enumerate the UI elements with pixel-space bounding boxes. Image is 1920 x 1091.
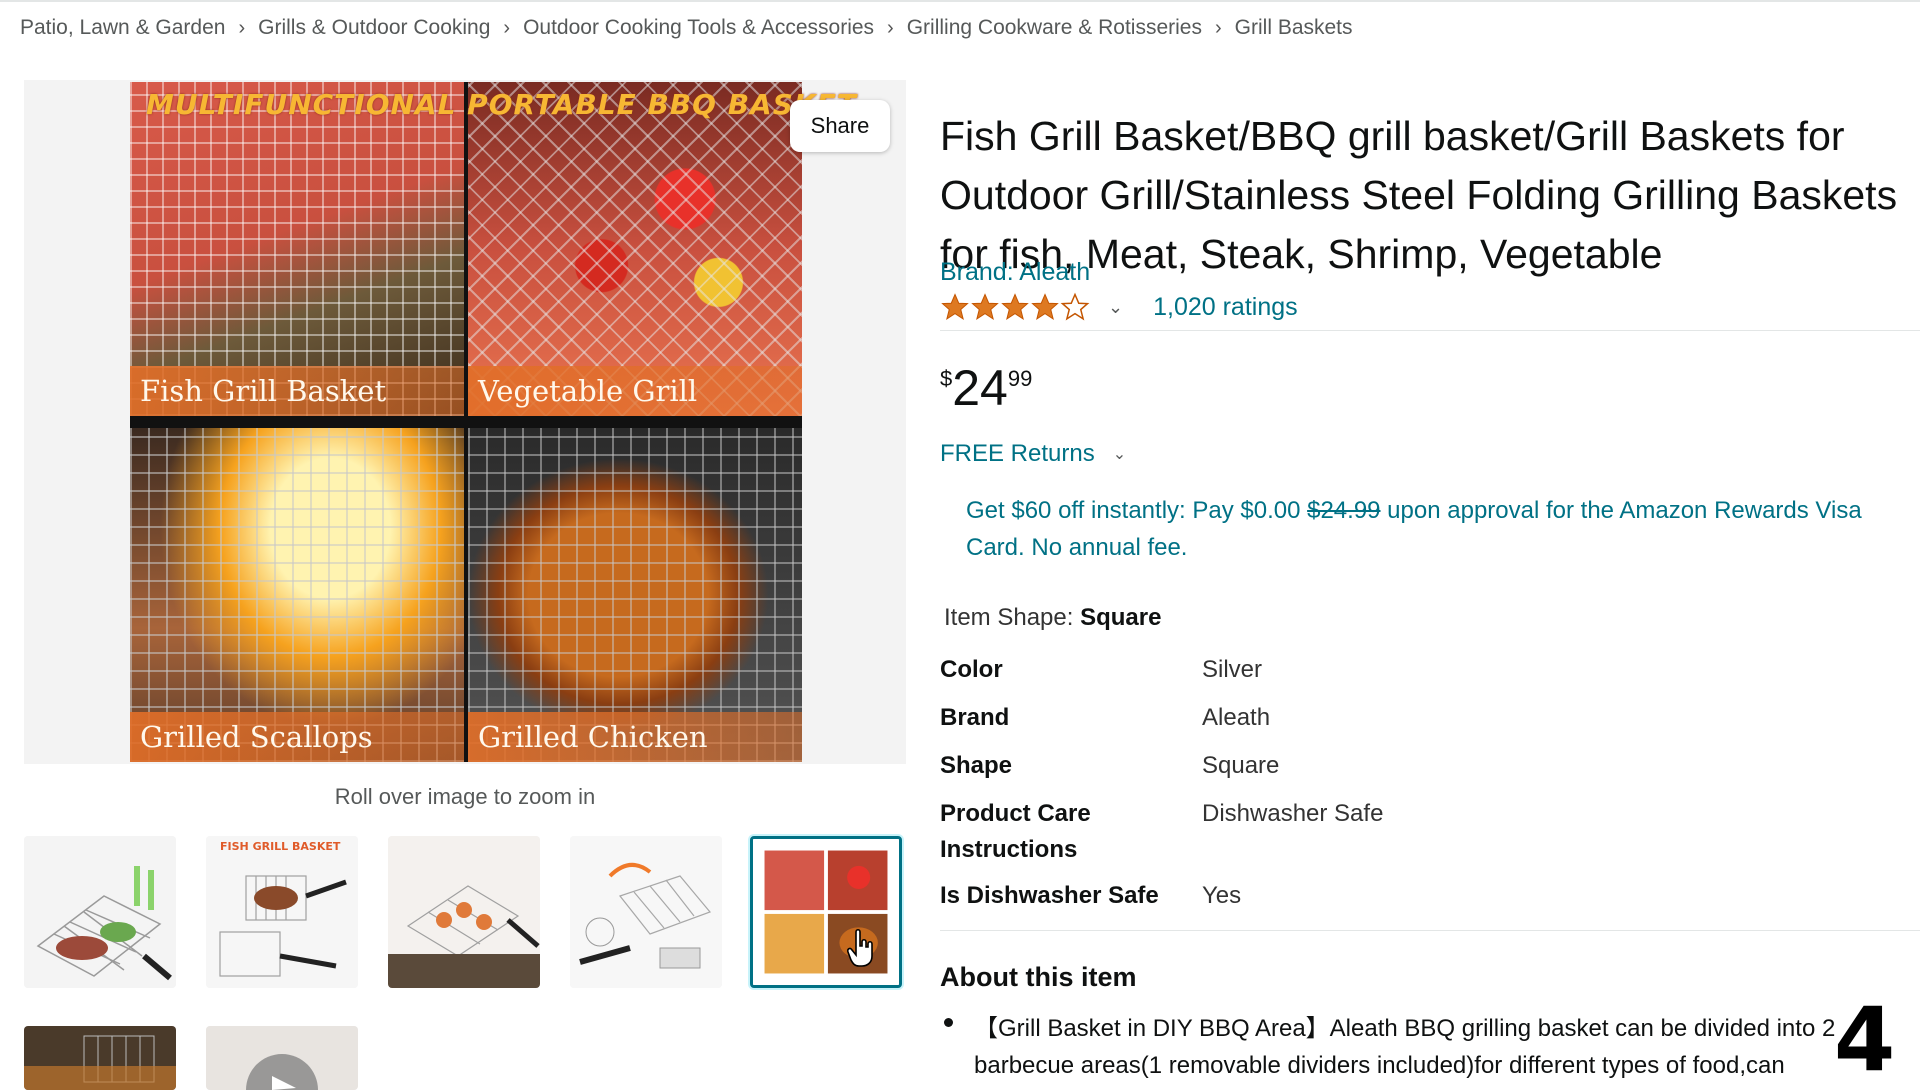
star-full-icon	[941, 293, 969, 320]
breadcrumb-grilling-cookware[interactable]: Grilling Cookware & Rotisseries	[907, 16, 1202, 40]
step-number-overlay: 4	[1834, 988, 1896, 1091]
thumbnail-1[interactable]	[24, 836, 176, 988]
star-full-icon	[1001, 293, 1029, 320]
vegetable-basket-photo: Vegetable Grill Basket	[468, 82, 802, 416]
spec-key: Brand	[940, 704, 1010, 731]
thumbnail-3[interactable]	[388, 836, 540, 988]
spec-key: Is Dishwasher Safe	[940, 882, 1159, 909]
caption-vegetable-grill-basket: Vegetable Grill Basket	[468, 366, 802, 416]
star-empty-icon	[1060, 292, 1090, 321]
video-thumbnail-image	[206, 1026, 358, 1090]
chevron-right-icon: ›	[238, 16, 246, 39]
chicken-photo: Grilled Chicken	[468, 428, 802, 762]
caption-grilled-scallops: Grilled Scallops	[130, 712, 464, 762]
item-shape-selector: Item Shape: Square	[944, 604, 1161, 632]
top-border	[0, 0, 1920, 2]
product-collage-image: Fish Grill Basket Vegetable Grill Basket…	[130, 82, 856, 762]
thumbnail-4[interactable]	[570, 836, 722, 988]
star-rating[interactable]	[940, 292, 1090, 322]
chevron-right-icon: ›	[503, 16, 511, 39]
rewards-card-promo[interactable]: Get $60 off instantly: Pay $0.00 $24.99 …	[966, 492, 1906, 566]
spec-row-shape: Shape Square	[940, 748, 1840, 784]
price-symbol: $	[940, 366, 953, 391]
bbq-basket-thumbnail-image	[388, 836, 540, 988]
chevron-right-icon: ›	[1214, 16, 1222, 39]
thumbnail-6[interactable]	[24, 1026, 176, 1090]
free-returns-label: FREE Returns	[940, 440, 1095, 467]
brand-link[interactable]: Brand: Aleath	[940, 258, 1090, 287]
price-fraction: 99	[1007, 366, 1033, 391]
promo-struck-price: $24.99	[1307, 497, 1381, 524]
thumbnail-title: FISH GRILL BASKET	[220, 840, 341, 853]
spec-value: Aleath	[1202, 704, 1271, 731]
scallops-photo: Grilled Scallops	[130, 428, 464, 762]
spec-key: Color	[940, 656, 1003, 683]
chevron-down-icon: ⌄	[1112, 446, 1127, 463]
star-full-icon	[1031, 293, 1059, 320]
breadcrumb-patio-lawn-garden[interactable]: Patio, Lawn & Garden	[20, 16, 225, 40]
promo-text-start: Get $60 off instantly: Pay $0.00	[966, 497, 1308, 524]
rating-row: ⌄ 1,020 ratings	[940, 292, 1298, 322]
thumbnail-5-selected[interactable]	[750, 836, 902, 988]
thumbnail-2[interactable]: FISH GRILL BASKET	[206, 836, 358, 988]
caption-fish-grill-basket: Fish Grill Basket	[130, 366, 464, 416]
product-specs-table: Color Silver Brand Aleath Shape Square P…	[940, 652, 1840, 914]
about-bullet-1: 【Grill Basket in DIY BBQ Area】Aleath BBQ…	[974, 1015, 1836, 1079]
spec-key: Product Care Instructions	[940, 800, 1091, 863]
breadcrumb: Patio, Lawn & Garden › Grills & Outdoor …	[20, 16, 1353, 40]
breadcrumb-grills-outdoor-cooking[interactable]: Grills & Outdoor Cooking	[258, 16, 490, 40]
spec-key: Shape	[940, 752, 1013, 779]
main-product-image[interactable]: Fish Grill Basket Vegetable Grill Basket…	[24, 80, 906, 764]
chevron-right-icon: ›	[887, 16, 894, 39]
grill-scene-thumbnail-image	[24, 1026, 176, 1090]
spec-value: Dishwasher Safe	[1202, 800, 1384, 827]
spec-row-color: Color Silver	[940, 652, 1840, 688]
hand-cursor-icon	[847, 928, 873, 967]
spec-value: Square	[1202, 752, 1280, 779]
grill-basket-thumbnail-image	[24, 836, 176, 988]
breadcrumb-cooking-tools[interactable]: Outdoor Cooking Tools & Accessories	[523, 16, 874, 40]
spec-value: Silver	[1202, 656, 1263, 683]
spec-row-dishwasher-safe: Is Dishwasher Safe Yes	[940, 878, 1840, 914]
share-button[interactable]: Share	[790, 100, 890, 152]
spec-row-brand: Brand Aleath	[940, 700, 1840, 736]
spec-row-product-care: Product Care Instructions Dishwasher Saf…	[940, 796, 1840, 868]
ratings-count-link[interactable]: 1,020 ratings	[1153, 293, 1298, 322]
fish-basket-thumbnail-image: FISH GRILL BASKET	[206, 836, 358, 988]
divider	[940, 330, 1920, 331]
image-banner-text: MULTIFUNCTIONAL PORTABLE BBQ BASKET	[146, 88, 857, 121]
chevron-down-icon[interactable]: ⌄	[1108, 297, 1123, 318]
free-returns-link[interactable]: FREE Returns ⌄	[940, 440, 1126, 468]
item-shape-label: Item Shape:	[944, 604, 1074, 631]
caption-grilled-chicken: Grilled Chicken	[468, 712, 802, 762]
spec-value: Yes	[1202, 882, 1242, 909]
thumbnail-video[interactable]	[206, 1026, 358, 1090]
zoom-hint: Roll over image to zoom in	[334, 784, 596, 809]
divider	[940, 930, 1920, 931]
collage-thumbnail-image	[753, 839, 899, 985]
item-shape-value: Square	[1080, 604, 1162, 631]
breadcrumb-grill-baskets[interactable]: Grill Baskets	[1235, 16, 1353, 40]
star-full-icon	[971, 293, 999, 320]
about-this-item-heading: About this item	[940, 962, 1137, 992]
portable-basket-thumbnail-image	[570, 836, 722, 988]
fish-basket-photo: Fish Grill Basket	[130, 82, 464, 416]
bullet-icon	[944, 1018, 953, 1027]
price-whole: 24	[952, 360, 1008, 416]
price: $ 24 99	[940, 358, 1032, 418]
